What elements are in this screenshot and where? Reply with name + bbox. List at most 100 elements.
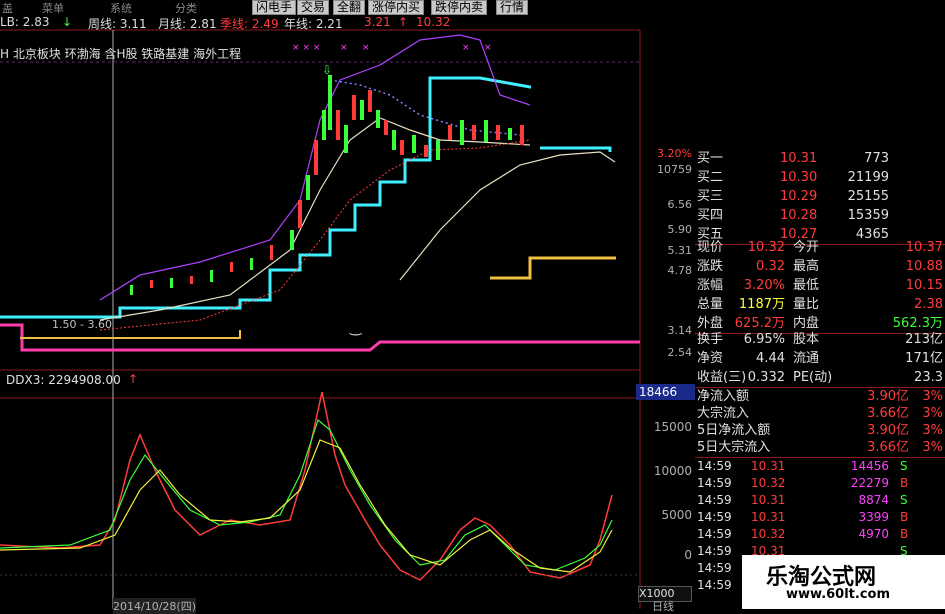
tick-side: B bbox=[900, 527, 909, 541]
bid-price: 10.28 bbox=[780, 208, 818, 223]
stats-value: 0.332 bbox=[747, 370, 785, 385]
tick-time: 14:59 bbox=[697, 493, 732, 507]
scale-1: 10759 bbox=[657, 163, 692, 176]
stats-row-turnover: 换手 6.95% 股本 213亿 bbox=[695, 330, 945, 349]
cyan-step-line-2 bbox=[540, 146, 612, 152]
tick-volume: 4970 bbox=[858, 527, 889, 541]
quote-value: 1187万 bbox=[738, 297, 785, 312]
quote-value: 2.38 bbox=[914, 297, 943, 312]
scale-6: 3.14 bbox=[667, 324, 693, 337]
scale-pct: 3.20% bbox=[657, 147, 692, 160]
quote-label: 最高 bbox=[793, 259, 820, 274]
cursor-date-label: 2014/10/28(四) bbox=[113, 598, 196, 614]
ddx-line-green bbox=[0, 418, 613, 571]
stats-value: 4.44 bbox=[756, 351, 785, 366]
tick-volume: 3399 bbox=[858, 510, 889, 524]
bid-label: 买二 bbox=[697, 170, 724, 185]
tick-time: 14:59 bbox=[697, 459, 732, 473]
tick-price: 10.32 bbox=[751, 527, 786, 541]
ddx-scale-1: 15000 bbox=[653, 420, 692, 434]
quote-label: 最低 bbox=[793, 278, 820, 293]
stats-label: 收益(三) bbox=[697, 370, 747, 385]
tick-time: 14:59 bbox=[697, 510, 732, 524]
svg-text:×: × bbox=[362, 43, 370, 53]
quote-value: 10.37 bbox=[905, 240, 943, 255]
bid-volume: 21199 bbox=[847, 170, 889, 185]
stats-row-netasset: 净资 4.44 流通 171亿 bbox=[695, 349, 945, 368]
tick-side: B bbox=[900, 510, 909, 524]
cyan-step-line bbox=[0, 76, 531, 319]
tick-price: 10.32 bbox=[751, 476, 786, 490]
bid-row-4: 买四 10.28 15359 bbox=[695, 206, 945, 225]
tick-side: S bbox=[900, 459, 908, 473]
tick-price: 10.31 bbox=[751, 459, 786, 473]
candlesticks bbox=[130, 75, 524, 295]
stats-label: PE(动) bbox=[793, 370, 833, 385]
curve-marker: ‿ bbox=[349, 320, 362, 336]
gold-step-line bbox=[490, 256, 616, 280]
ddx-scale-3: 5000 bbox=[661, 508, 692, 522]
quote-label: 今开 bbox=[793, 240, 820, 255]
bid-volume: 25155 bbox=[847, 189, 889, 204]
ma-line-long bbox=[399, 151, 616, 281]
ddx-line-yellow bbox=[0, 439, 613, 573]
quote-label: 总量 bbox=[697, 297, 724, 312]
tick-row: 14:59 10.31 8874 S bbox=[695, 492, 945, 509]
quote-label: 量比 bbox=[793, 297, 820, 312]
ma-line-blue-dot bbox=[329, 79, 521, 136]
flow-row-4: 5日大宗流入 3.66亿 3% bbox=[695, 438, 945, 457]
bid-volume: 773 bbox=[864, 151, 889, 166]
stats-value: 23.3 bbox=[914, 370, 943, 385]
bid-row-1: 买一 10.31 773 bbox=[695, 149, 945, 168]
ddx-scale-4: 0 bbox=[684, 548, 692, 562]
tick-time: 14:59 bbox=[697, 476, 732, 490]
bid-row-2: 买二 10.30 21199 bbox=[695, 168, 945, 187]
tick-row: 14:59 10.32 22279 B bbox=[695, 475, 945, 492]
quote-value: 10.88 bbox=[905, 259, 943, 274]
quote-panel: 买一 10.31 773 买二 10.30 21199 买三 10.29 251… bbox=[695, 135, 945, 609]
bid-label: 买一 bbox=[697, 151, 724, 166]
quote-value: 3.20% bbox=[743, 278, 785, 293]
svg-text:×: × bbox=[340, 43, 348, 53]
quote-row-pct: 涨幅 3.20% 最低 10.15 bbox=[695, 276, 945, 295]
tick-row: 14:59 10.32 4970 B bbox=[695, 526, 945, 543]
scale-7: 2.54 bbox=[667, 346, 693, 359]
ddx-title: DDX3: 2294908.00 bbox=[6, 373, 121, 387]
quote-row-change: 涨跌 0.32 最高 10.88 bbox=[695, 257, 945, 276]
watermark-url: www.60lt.com bbox=[786, 587, 891, 602]
tick-time: 14:59 bbox=[697, 527, 732, 541]
tick-row: 14:59 10.31 14456 S bbox=[695, 458, 945, 475]
quote-label: 涨幅 bbox=[697, 278, 724, 293]
tick-side: B bbox=[900, 476, 909, 490]
stats-row-eps: 收益(三) 0.332 PE(动) 23.3 bbox=[695, 368, 945, 387]
tick-volume: 22279 bbox=[850, 476, 889, 490]
bid-row-3: 买三 10.29 25155 bbox=[695, 187, 945, 206]
tick-price: 10.31 bbox=[751, 493, 786, 507]
tick-price: 10.31 bbox=[751, 510, 786, 524]
scale-3: 5.90 bbox=[667, 223, 693, 236]
bid-label: 买三 bbox=[697, 189, 724, 204]
quote-value: 10.15 bbox=[905, 278, 943, 293]
down-signal-icon: ⇩ bbox=[322, 63, 332, 77]
scale-2: 6.56 bbox=[667, 198, 693, 211]
flow-label: 5日大宗流入 bbox=[697, 440, 771, 455]
tick-time: 14:59 bbox=[697, 544, 732, 558]
bid-volume: 15359 bbox=[847, 208, 889, 223]
svg-text:×: × bbox=[462, 43, 470, 53]
scale-4: 5.31 bbox=[667, 244, 693, 257]
bid-price: 10.29 bbox=[780, 189, 818, 204]
stats-value: 171亿 bbox=[905, 351, 943, 366]
period-label: 日线 bbox=[652, 600, 674, 613]
ddx-line-red bbox=[0, 391, 613, 581]
quote-value: 0.32 bbox=[756, 259, 785, 274]
bid-price: 10.31 bbox=[780, 151, 818, 166]
stats-value: 6.95% bbox=[743, 332, 785, 347]
flow-value: 3.66亿 bbox=[867, 440, 909, 455]
stats-label: 股本 bbox=[793, 332, 820, 347]
bid-price: 10.30 bbox=[780, 170, 818, 185]
ddx-up-arrow-icon: ↑ bbox=[128, 372, 139, 386]
tick-volume: 8874 bbox=[858, 493, 889, 507]
scale-5: 4.78 bbox=[667, 264, 693, 277]
tick-time: 14:59 bbox=[697, 578, 732, 592]
flow-pct: 3% bbox=[922, 440, 943, 455]
